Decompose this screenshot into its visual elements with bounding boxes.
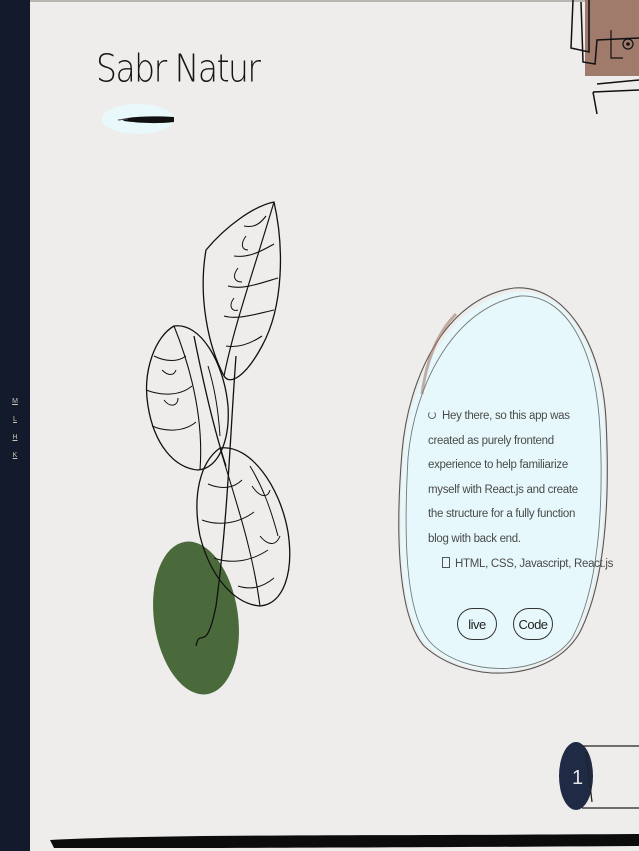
code-button[interactable]: Code: [513, 608, 553, 640]
project-description: Hey there, so this app was created as pu…: [428, 404, 588, 551]
sidebar-item-l[interactable]: L: [6, 416, 24, 423]
tech-stack: HTML, CSS, Javascript, React.js: [442, 557, 614, 570]
sidebar-nav: M L H K: [6, 398, 24, 470]
project-description-text: Hey there, so this app was created as pu…: [428, 410, 578, 545]
sidebar-item-m[interactable]: M: [6, 398, 24, 405]
tech-stack-text: HTML, CSS, Javascript, React.js: [455, 558, 614, 570]
bottom-brush-stroke: [50, 834, 639, 848]
brand-title: Sabr Natur: [96, 46, 261, 91]
top-divider: [30, 0, 639, 2]
page-number: 1: [572, 767, 583, 789]
sidebar-item-h[interactable]: H: [6, 434, 24, 441]
sidebar: M L H K: [0, 0, 30, 851]
abstract-frame-decoration: [570, 0, 639, 115]
brush-stroke-decoration: [102, 104, 174, 134]
sidebar-item-k[interactable]: K: [6, 452, 24, 459]
page-indicator[interactable]: 1: [556, 738, 639, 814]
monstera-plant-illustration: [145, 201, 291, 695]
live-button[interactable]: live: [457, 608, 497, 640]
loading-circle-icon: [428, 410, 436, 419]
document-icon: [442, 557, 450, 569]
